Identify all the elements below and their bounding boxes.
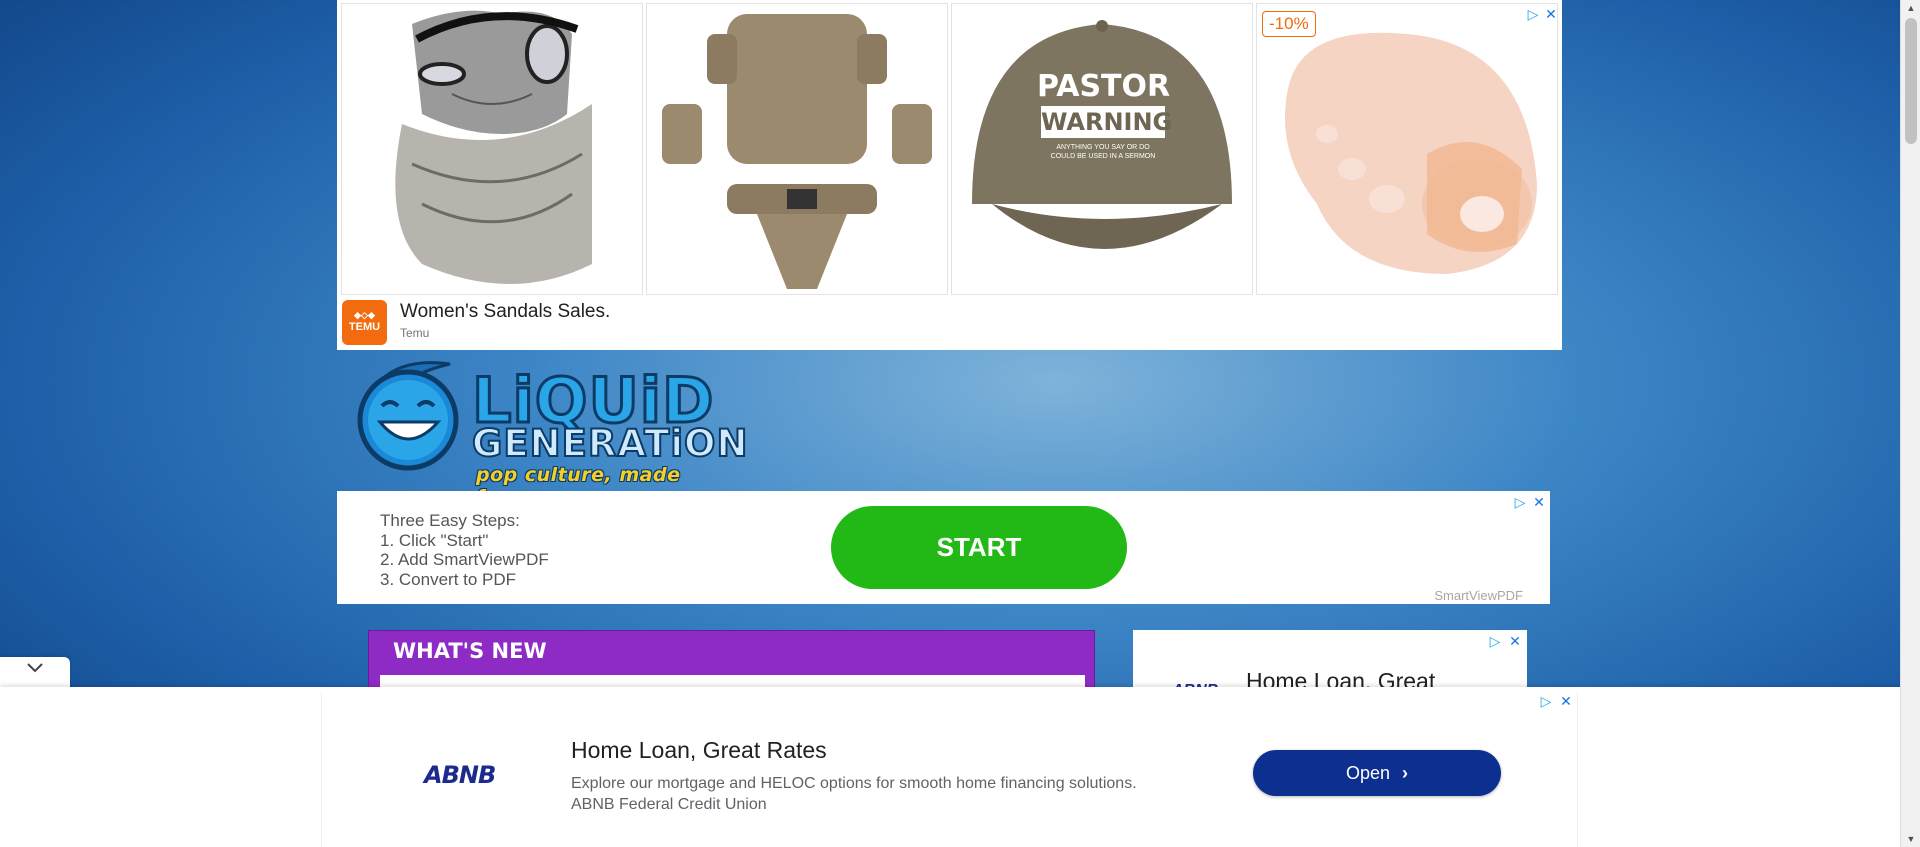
armor-image <box>662 14 932 289</box>
side-ad[interactable]: ▷ ✕ ABNB Home Loan, Great <box>1133 630 1527 690</box>
product-tiles: PASTOR WARNING ANYTHING YOU SAY OR DO CO… <box>341 3 1558 295</box>
ad-step-heading: Three Easy Steps: <box>380 511 520 530</box>
close-ad-icon[interactable]: ✕ <box>1507 633 1523 649</box>
scrollbar-thumb[interactable] <box>1905 18 1917 144</box>
anchor-ad-advertiser: ABNB Federal Credit Union <box>571 796 767 813</box>
toe-separator-image <box>1285 32 1537 274</box>
ad-step-1: 1. Click "Start" <box>380 530 489 550</box>
ad-steps: Three Easy Steps: 1. Click "Start" 2. Ad… <box>380 511 549 589</box>
site-logo[interactable]: LiQUiD GENERATiON pop culture, made funn… <box>350 356 750 508</box>
product-tile-armor[interactable] <box>646 3 948 295</box>
cap-small-line1: ANYTHING YOU SAY OR DO <box>1056 144 1150 151</box>
top-ad-banner[interactable]: PASTOR WARNING ANYTHING YOU SAY OR DO CO… <box>337 0 1562 350</box>
collapse-ad-toggle[interactable] <box>0 657 70 688</box>
cap-small-line2: COULD BE USED IN A SERMON <box>1050 153 1156 160</box>
adchoices-icon[interactable]: ▷ <box>1512 494 1528 510</box>
anchor-ad[interactable]: ▷ ✕ ABNB Home Loan, Great Rates Explore … <box>0 687 1900 847</box>
close-ad-icon[interactable]: ✕ <box>1558 693 1574 709</box>
temu-logo: ◆◇◆ TEMU <box>342 300 387 345</box>
product-tile-cat-mask[interactable] <box>341 3 643 295</box>
mascot-icon <box>357 361 459 471</box>
cap-text-warning: WARNING <box>1041 106 1173 138</box>
adchoices-icon[interactable]: ▷ <box>1538 693 1554 709</box>
scroll-down-arrow[interactable]: ▼ <box>1901 831 1920 847</box>
whats-new-title: WHAT'S NEW <box>393 639 547 663</box>
page-scrollbar[interactable]: ▲ ▼ <box>1900 0 1920 847</box>
anchor-ad-headline[interactable]: Home Loan, Great Rates <box>571 737 827 764</box>
open-button[interactable]: Open › <box>1253 750 1501 796</box>
adchoices-icon[interactable]: ▷ <box>1487 633 1503 649</box>
open-button-label: Open <box>1345 763 1391 783</box>
temu-logo-text: TEMU <box>348 321 381 333</box>
ad-sponsor: Temu <box>400 326 430 340</box>
anchor-ad-description: Explore our mortgage and HELOC options f… <box>571 773 1137 815</box>
anchor-ad-description-line1: Explore our mortgage and HELOC options f… <box>571 775 1137 792</box>
ad-headline[interactable]: Women's Sandals Sales. <box>400 301 610 323</box>
anchor-ad-frame[interactable]: ▷ ✕ ABNB Home Loan, Great Rates Explore … <box>321 693 1578 847</box>
adchoices-icon[interactable]: ▷ <box>1525 6 1541 22</box>
chevron-right-icon: › <box>1402 763 1409 783</box>
scroll-up-arrow[interactable]: ▲ <box>1901 0 1920 16</box>
cap-text-pastor: PASTOR <box>1037 69 1171 104</box>
logo-word-generation: GENERATiON <box>471 421 749 466</box>
close-ad-icon[interactable]: ✕ <box>1543 6 1557 22</box>
cat-mask-image <box>395 10 592 284</box>
chevron-down-icon <box>26 661 44 679</box>
ad-step-3: 3. Convert to PDF <box>380 569 517 589</box>
product-tile-toe[interactable]: -10% ▷ ✕ <box>1256 3 1558 295</box>
whats-new-panel: WHAT'S NEW <box>368 630 1095 691</box>
abnb-logo: ABNB <box>424 761 496 789</box>
discount-badge: -10% <box>1262 11 1316 37</box>
product-tile-cap[interactable]: PASTOR WARNING ANYTHING YOU SAY OR DO CO… <box>951 3 1253 295</box>
ad-step-2: 2. Add SmartViewPDF <box>380 550 549 569</box>
close-ad-icon[interactable]: ✕ <box>1531 494 1547 510</box>
temu-logo-glyphs: ◆◇◆ <box>354 310 375 320</box>
ad-sponsor: SmartViewPDF <box>1434 588 1523 603</box>
cap-small-text: ANYTHING YOU SAY OR DO COULD BE USED IN … <box>1037 143 1169 161</box>
smartviewpdf-ad[interactable]: Three Easy Steps: 1. Click "Start" 2. Ad… <box>337 491 1550 604</box>
start-button[interactable]: START <box>831 506 1127 589</box>
